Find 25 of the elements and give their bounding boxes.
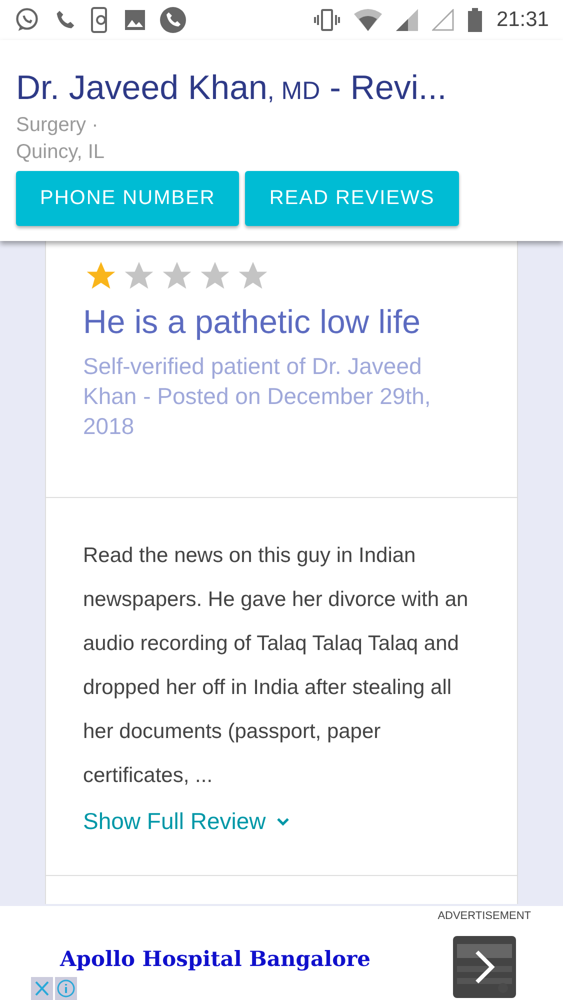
close-icon[interactable] [31,977,53,1000]
signal-icon [432,9,454,31]
chevron-right-icon[interactable] [473,949,497,985]
phone-icon [160,7,186,33]
action-button[interactable]: READ REVIEWS [245,171,459,226]
review-meta: Self-verified patient of Dr. Javeed Khan - Posted on December 29th, 2018 [83,352,432,441]
chat-icon [14,7,40,33]
show-full-review-link[interactable]: Show Full Review [83,808,290,835]
wifi-icon [354,9,382,31]
phone-icon [54,9,76,31]
review-title: He is a pathetic low life [83,303,422,341]
image-icon [124,9,146,31]
ad-headline[interactable]: Apollo Hospital Bangalore [60,946,371,971]
page-title: Dr. Javeed Khan, MD - Revi... [16,68,448,109]
action-button[interactable]: PHONE NUMBER [16,171,240,226]
review-text: Read the news on this guy in Indian newspapers. He gave her divorce with an audio recording of Talaq Talaq Talaq and dropped her off in India after stealing all her documents (passport, paper certificates, ... [83,543,470,789]
signal-icon [396,9,418,31]
clock-time: 21:31 [496,8,549,32]
location: Quincy, IL [16,140,106,165]
chevron-down-icon [276,816,290,826]
ad-label: ADVERTISEMENT [438,910,531,922]
battery-icon [468,8,482,32]
specialty: Surgery · [16,113,100,138]
info-icon[interactable] [55,977,77,1000]
vibrate-icon [314,8,340,32]
